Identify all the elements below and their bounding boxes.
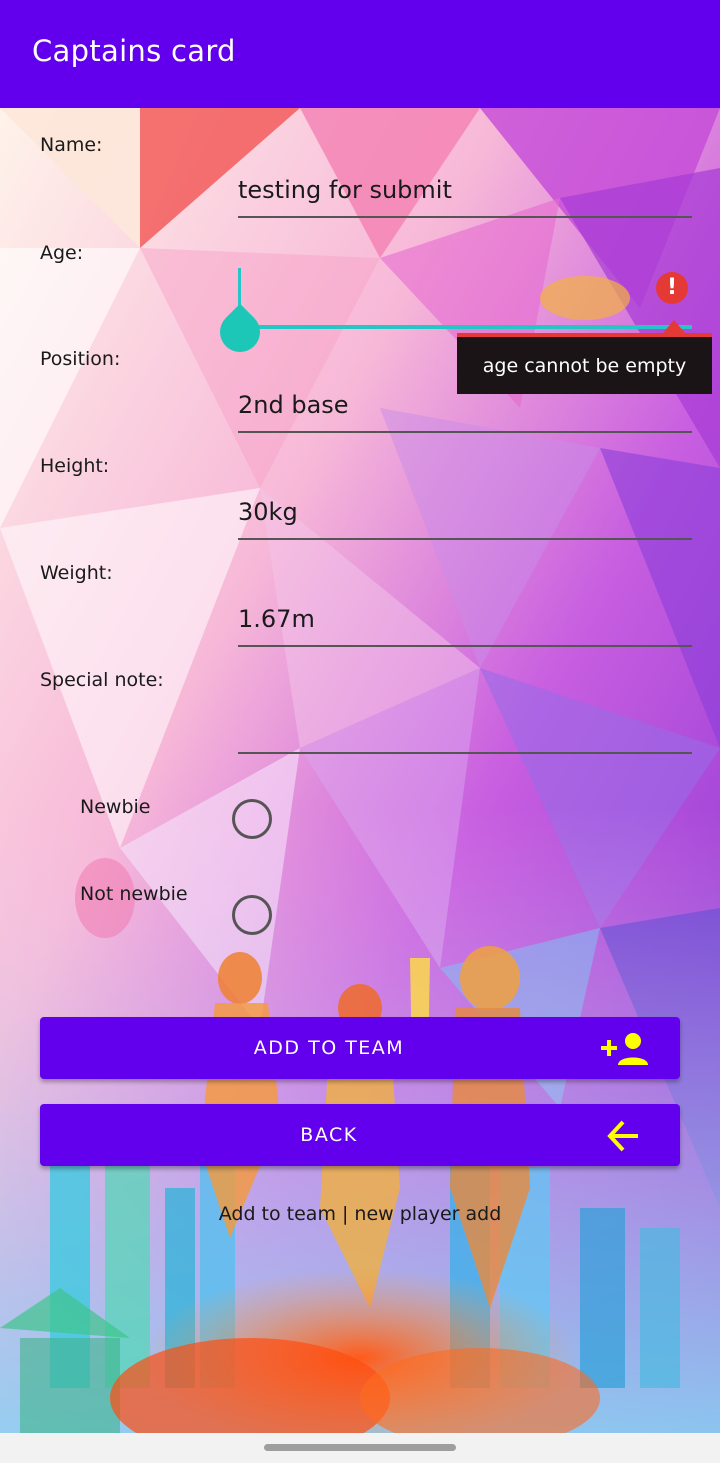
weight-field-value: 1.67m	[238, 605, 315, 633]
app-bar: Captains card	[0, 0, 720, 108]
age-seekbar[interactable]	[240, 325, 692, 329]
navigation-bar	[0, 1433, 720, 1463]
add-to-team-label: ADD TO TEAM	[253, 1037, 405, 1059]
name-field-value: testing for submit	[238, 176, 452, 204]
radio-label-not-newbie: Not newbie	[80, 883, 188, 905]
name-field[interactable]: testing for submit	[238, 158, 692, 218]
add-to-team-button[interactable]: ADD TO TEAM	[40, 1017, 680, 1079]
position-label: Position:	[40, 348, 121, 370]
person-add-icon	[601, 1033, 648, 1065]
error-popup-caret	[663, 320, 685, 333]
radio-label-newbie: Newbie	[80, 796, 151, 818]
weight-label: Weight:	[40, 562, 113, 584]
back-button[interactable]: BACK	[40, 1104, 680, 1166]
home-gesture-handle[interactable]	[264, 1444, 456, 1451]
age-label: Age:	[40, 242, 84, 264]
weight-field[interactable]: 1.67m	[238, 587, 692, 647]
name-label: Name:	[40, 134, 103, 156]
special-note-label: Special note:	[40, 669, 164, 691]
arrow-left-icon	[607, 1120, 638, 1152]
back-label: BACK	[300, 1124, 358, 1146]
height-field[interactable]: 30kg	[238, 480, 692, 540]
error-icon: !	[656, 272, 688, 304]
background-artwork	[0, 108, 720, 1433]
app-title: Captains card	[32, 34, 236, 68]
height-label: Height:	[40, 455, 110, 477]
position-field-value: 2nd base	[238, 391, 349, 419]
special-note-field[interactable]	[238, 694, 692, 754]
position-field[interactable]: 2nd base	[238, 373, 692, 433]
footer-caption: Add to team | new player add	[218, 1203, 502, 1225]
radio-not-newbie[interactable]	[232, 895, 272, 935]
height-field-value: 30kg	[238, 498, 298, 526]
radio-newbie[interactable]	[232, 799, 272, 839]
